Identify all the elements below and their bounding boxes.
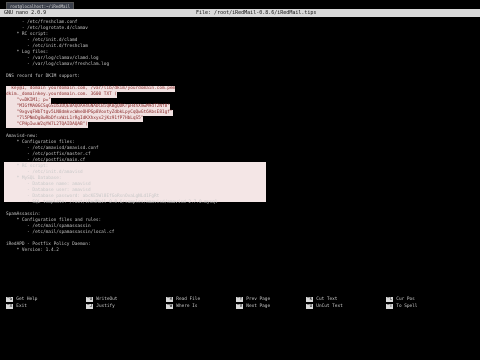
shortcut-label: To Spell xyxy=(396,304,418,309)
shortcut-cur-pos[interactable]: ^C Cur Pos xyxy=(386,297,415,303)
shortcut-read-file[interactable]: ^R Read File xyxy=(166,297,200,303)
editor-line: "CPHpIwuW2qYW7L2TQAIDAQAB") xyxy=(6,122,88,128)
shortcut-label: Prev Page xyxy=(246,297,271,302)
shortcut-justify[interactable]: ^J Justify xyxy=(86,304,115,310)
shortcut-key: ^K xyxy=(306,297,314,302)
shortcut-label: UnCut Text xyxy=(316,304,343,309)
shortcut-key: ^J xyxy=(86,304,94,309)
shortcut-label: Exit xyxy=(16,304,27,309)
file-name: File: /root/iRedMail-0.8.6/iRedMail.tips xyxy=(196,10,317,16)
editor-line: - /var/log/clamav/freshclam.log xyxy=(6,62,110,67)
bottom-blank xyxy=(0,318,480,360)
shortcut-get-help[interactable]: ^G Get Help xyxy=(6,297,37,303)
shortcut-key: ^C xyxy=(386,297,394,302)
editor-line: * Version: 1.4.2 xyxy=(6,248,59,253)
shortcut-key: ^U xyxy=(306,304,314,309)
shortcut-key: ^X xyxy=(6,304,14,309)
shortcut-label: Read File xyxy=(176,297,201,302)
shortcut-label: Next Page xyxy=(246,304,271,309)
shortcut-uncut-text[interactable]: ^U UnCut Text xyxy=(306,304,343,310)
shortcut-label: Where Is xyxy=(176,304,198,309)
shortcut-key: ^G xyxy=(6,297,14,302)
shortcut-exit[interactable]: ^X Exit xyxy=(6,304,27,310)
shortcut-label: Get Help xyxy=(16,297,38,302)
shortcut-writeout[interactable]: ^O WriteOut xyxy=(86,297,117,303)
shortcut-next-page[interactable]: ^V Next Page xyxy=(236,304,270,310)
editor-line: - /etc/mail/spamassassin/local.cf xyxy=(6,230,115,235)
shortcut-label: Cut Text xyxy=(316,297,338,302)
shortcut-bar: ^G Get Help ^O WriteOut ^R Read File ^Y Prev Pa… xyxy=(0,297,480,313)
shortcut-key: ^T xyxy=(386,304,394,309)
editor-line: DNS record for DKIM support: xyxy=(6,74,81,79)
shortcut-key: ^V xyxy=(236,304,244,309)
shortcut-label: WriteOut xyxy=(96,297,118,302)
editor-line: - SQL template: /root/iRedMail-0.8.6/sam… xyxy=(6,200,218,205)
shortcut-cut-text[interactable]: ^K Cut Text xyxy=(306,297,337,303)
shortcut-where-is[interactable]: ^W Where Is xyxy=(166,304,197,310)
shortcut-to-spell[interactable]: ^T To Spell xyxy=(386,304,417,310)
nano-version: GNU nano 2.0.9 xyxy=(4,10,47,16)
shortcut-key: ^Y xyxy=(236,297,244,302)
shortcut-label: Cur Pos xyxy=(396,297,415,302)
shortcut-prev-page[interactable]: ^Y Prev Page xyxy=(236,297,270,303)
shortcut-key: ^R xyxy=(166,297,174,302)
shortcut-key: ^W xyxy=(166,304,174,309)
editor-content[interactable]: - /etc/freshclam.conf - /etc/logrotate.d… xyxy=(0,18,480,296)
shortcut-key: ^O xyxy=(86,297,94,302)
shortcut-label: Justify xyxy=(96,304,115,309)
terminal-window: root@localhost:~/iRedMail GNU nano 2.0.9… xyxy=(0,0,480,360)
nano-titlebar: GNU nano 2.0.9 File: /root/iRedMail-0.8.… xyxy=(0,9,480,17)
